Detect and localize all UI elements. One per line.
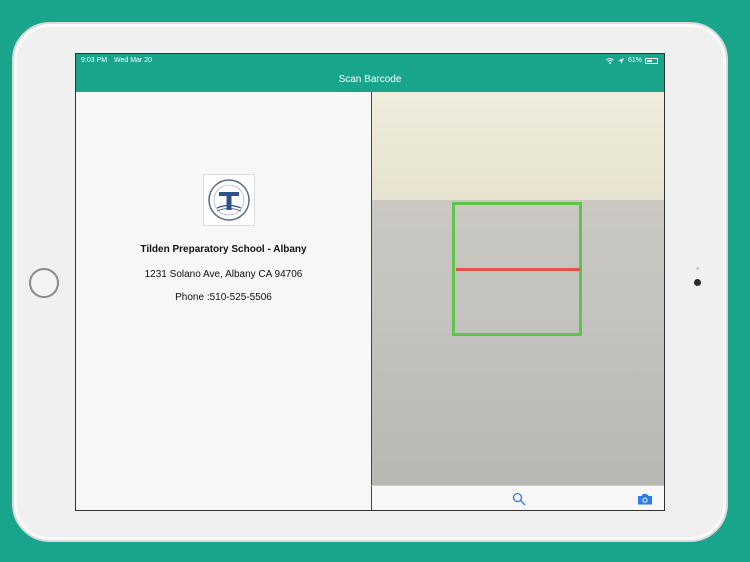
school-phone: Phone :510-525-5506	[175, 292, 272, 303]
battery-icon	[645, 58, 658, 64]
nav-title: Scan Barcode	[338, 74, 402, 85]
status-date: Wed Mar 20	[114, 57, 152, 64]
status-time: 9:03 PM	[81, 57, 108, 64]
home-button[interactable]	[29, 268, 59, 298]
battery-fill	[647, 60, 653, 62]
sensor-dot	[696, 267, 699, 270]
school-address: 1231 Solano Ave, Albany CA 94706	[144, 269, 303, 280]
wifi-icon	[606, 57, 614, 65]
search-button[interactable]	[512, 492, 526, 506]
school-logo	[203, 174, 255, 226]
app-screen: 9:03 PM Wed Mar 20 61% Scan Barcode Tild…	[75, 53, 665, 511]
school-name: Tilden Preparatory School - Albany	[140, 244, 307, 255]
camera-scene-ceiling	[372, 92, 664, 200]
front-camera-icon	[694, 279, 701, 286]
camera-icon	[638, 494, 652, 505]
search-icon	[512, 492, 526, 506]
scan-laser-line	[456, 268, 580, 271]
camera-toolbar	[371, 485, 664, 510]
camera-preview[interactable]	[371, 92, 664, 485]
status-indicators: 61%	[606, 54, 658, 68]
school-info-pane: Tilden Preparatory School - Albany 1231 …	[76, 92, 371, 510]
nav-bar: Scan Barcode	[76, 68, 664, 92]
status-bar: 9:03 PM Wed Mar 20 61%	[76, 54, 664, 68]
battery-percent: 61%	[627, 57, 642, 64]
school-seal-icon	[208, 179, 250, 221]
location-arrow-icon	[617, 57, 625, 65]
camera-button[interactable]	[637, 492, 653, 506]
